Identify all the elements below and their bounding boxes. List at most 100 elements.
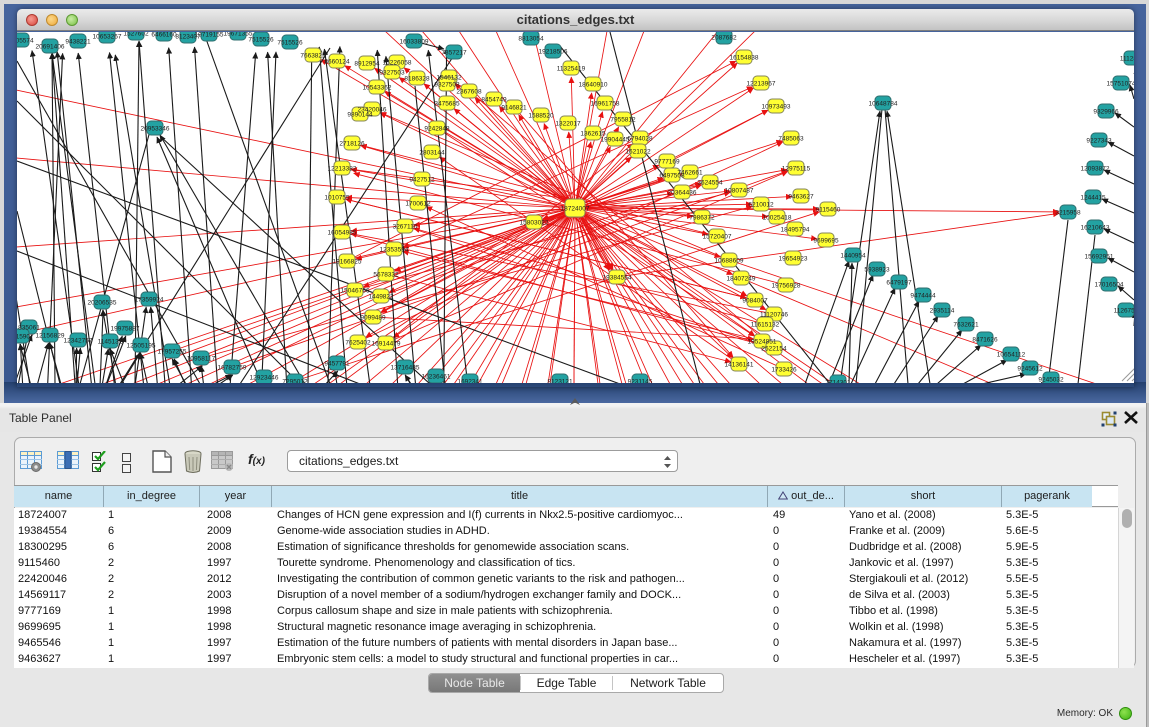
svg-text:9245612: 9245612 <box>1017 366 1043 373</box>
svg-text:9699695: 9699695 <box>813 238 839 245</box>
svg-text:20206535: 20206535 <box>88 300 117 307</box>
svg-text:9227343: 9227343 <box>1086 138 1112 145</box>
svg-text:11120746: 11120746 <box>760 312 788 319</box>
svg-text:15751074: 15751074 <box>1107 81 1134 88</box>
svg-text:8660124: 8660124 <box>324 59 350 66</box>
svg-text:9115460: 9115460 <box>816 207 841 214</box>
svg-text:12156829: 12156829 <box>36 333 65 340</box>
svg-text:16033809: 16033809 <box>400 39 429 46</box>
svg-text:8454749: 8454749 <box>481 97 507 104</box>
svg-text:5938923: 5938923 <box>864 267 890 274</box>
svg-text:2367608: 2367608 <box>456 89 482 96</box>
svg-text:835061: 835061 <box>18 325 40 332</box>
svg-text:12353594: 12353594 <box>380 247 409 254</box>
svg-text:18724007: 18724007 <box>561 206 590 213</box>
svg-text:1126753: 1126753 <box>1114 308 1134 315</box>
svg-text:7515526: 7515526 <box>277 40 303 47</box>
svg-text:9329966: 9329966 <box>1093 109 1119 116</box>
svg-text:1010755: 1010755 <box>324 195 350 202</box>
svg-text:16961758: 16961758 <box>591 101 620 108</box>
svg-text:8471626: 8471626 <box>972 337 998 344</box>
svg-text:7357217: 7357217 <box>441 50 467 57</box>
svg-text:17957255: 17957255 <box>158 349 187 356</box>
svg-text:16236461: 16236461 <box>422 374 451 381</box>
svg-text:6794028: 6794028 <box>627 136 653 143</box>
svg-text:10543362: 10543362 <box>363 85 392 92</box>
svg-text:18640910: 18640910 <box>579 82 608 89</box>
svg-text:6497508: 6497508 <box>659 173 685 180</box>
svg-text:9890144: 9890144 <box>347 112 373 119</box>
svg-text:7714301: 7714301 <box>825 380 851 384</box>
svg-text:2803144: 2803144 <box>419 150 445 157</box>
svg-text:15046766: 15046766 <box>341 288 370 295</box>
svg-text:13716485: 13716485 <box>391 365 420 372</box>
svg-text:1322017: 1322017 <box>555 121 581 128</box>
svg-text:1440954: 1440954 <box>840 253 866 260</box>
svg-text:6479197: 6479197 <box>886 280 912 287</box>
svg-text:6466160: 6466160 <box>151 32 177 39</box>
svg-text:1546132: 1546132 <box>436 75 462 82</box>
svg-text:1733426: 1733426 <box>771 367 797 374</box>
svg-text:16154838: 16154838 <box>730 55 759 62</box>
svg-text:2718126: 2718126 <box>339 141 365 148</box>
svg-text:3915907: 3915907 <box>17 334 34 341</box>
svg-text:17016504: 17016504 <box>1095 282 1124 289</box>
svg-text:9427512: 9427512 <box>409 177 435 184</box>
svg-text:7295012: 7295012 <box>282 379 308 384</box>
svg-text:1527602: 1527602 <box>123 32 149 38</box>
svg-text:7663822: 7663822 <box>300 53 326 60</box>
svg-text:9245032: 9245032 <box>1038 377 1064 384</box>
svg-text:15720407: 15720407 <box>703 234 732 241</box>
svg-text:15803022: 15803022 <box>520 220 549 227</box>
svg-text:19218506: 19218506 <box>539 49 568 56</box>
svg-text:2522154: 2522154 <box>761 346 787 353</box>
svg-text:10688609: 10688609 <box>715 258 744 265</box>
svg-text:9327508: 9327508 <box>434 82 460 89</box>
svg-text:20364436: 20364436 <box>668 190 697 197</box>
svg-text:9327503: 9327503 <box>379 70 405 77</box>
svg-text:1692341: 1692341 <box>457 379 483 384</box>
svg-text:7625402: 7625402 <box>345 340 371 347</box>
svg-text:8912954: 8912954 <box>354 61 380 68</box>
svg-text:11325419: 11325419 <box>557 66 586 73</box>
svg-text:1621022: 1621022 <box>625 149 651 156</box>
svg-text:10973493: 10973493 <box>762 104 791 111</box>
svg-text:1244415: 1244415 <box>1080 195 1106 202</box>
svg-text:7515526: 7515526 <box>248 37 274 44</box>
svg-text:3624554: 3624554 <box>697 180 723 187</box>
svg-text:10648784: 10648784 <box>869 101 898 108</box>
svg-text:8186328: 8186328 <box>404 76 430 83</box>
svg-text:3267110: 3267110 <box>393 224 418 231</box>
svg-text:19756928: 19756928 <box>772 283 801 290</box>
svg-text:16914479: 16914479 <box>372 341 401 348</box>
svg-text:10958117: 10958117 <box>187 356 216 363</box>
svg-text:15692951: 15692951 <box>1085 254 1114 261</box>
svg-text:10807487: 10807487 <box>725 188 754 195</box>
svg-text:10653267: 10653267 <box>93 34 122 41</box>
svg-text:16782759: 16782759 <box>218 365 247 372</box>
svg-text:16054985: 16054985 <box>328 230 357 237</box>
svg-text:2405574: 2405574 <box>17 38 34 45</box>
svg-text:12975115: 12975115 <box>782 166 811 173</box>
svg-text:7632621: 7632621 <box>953 322 979 329</box>
svg-text:15226058: 15226058 <box>383 60 412 67</box>
svg-text:12923446: 12923446 <box>250 375 279 382</box>
svg-text:12505195: 12505195 <box>127 343 156 350</box>
svg-text:9474444: 9474444 <box>910 293 936 300</box>
svg-text:9146821: 9146821 <box>501 105 527 112</box>
svg-text:9438221: 9438221 <box>65 39 91 46</box>
svg-text:1145131: 1145131 <box>98 339 123 346</box>
svg-text:18495794: 18495794 <box>781 227 810 234</box>
svg-text:10025418: 10025418 <box>763 215 792 222</box>
svg-text:9463627: 9463627 <box>788 194 814 201</box>
svg-text:19975887: 19975887 <box>111 326 140 333</box>
svg-text:3215958: 3215958 <box>1055 210 1081 217</box>
svg-text:1112846: 1112846 <box>1120 56 1134 63</box>
svg-text:19384554: 19384554 <box>603 275 632 282</box>
svg-text:3475685: 3475685 <box>434 101 460 108</box>
svg-text:12213967: 12213967 <box>747 81 776 88</box>
svg-text:1449822: 1449822 <box>368 294 394 301</box>
svg-text:10654112: 10654112 <box>997 352 1026 359</box>
svg-text:7986372: 7986372 <box>689 215 715 222</box>
svg-text:9084007: 9084007 <box>742 298 768 305</box>
